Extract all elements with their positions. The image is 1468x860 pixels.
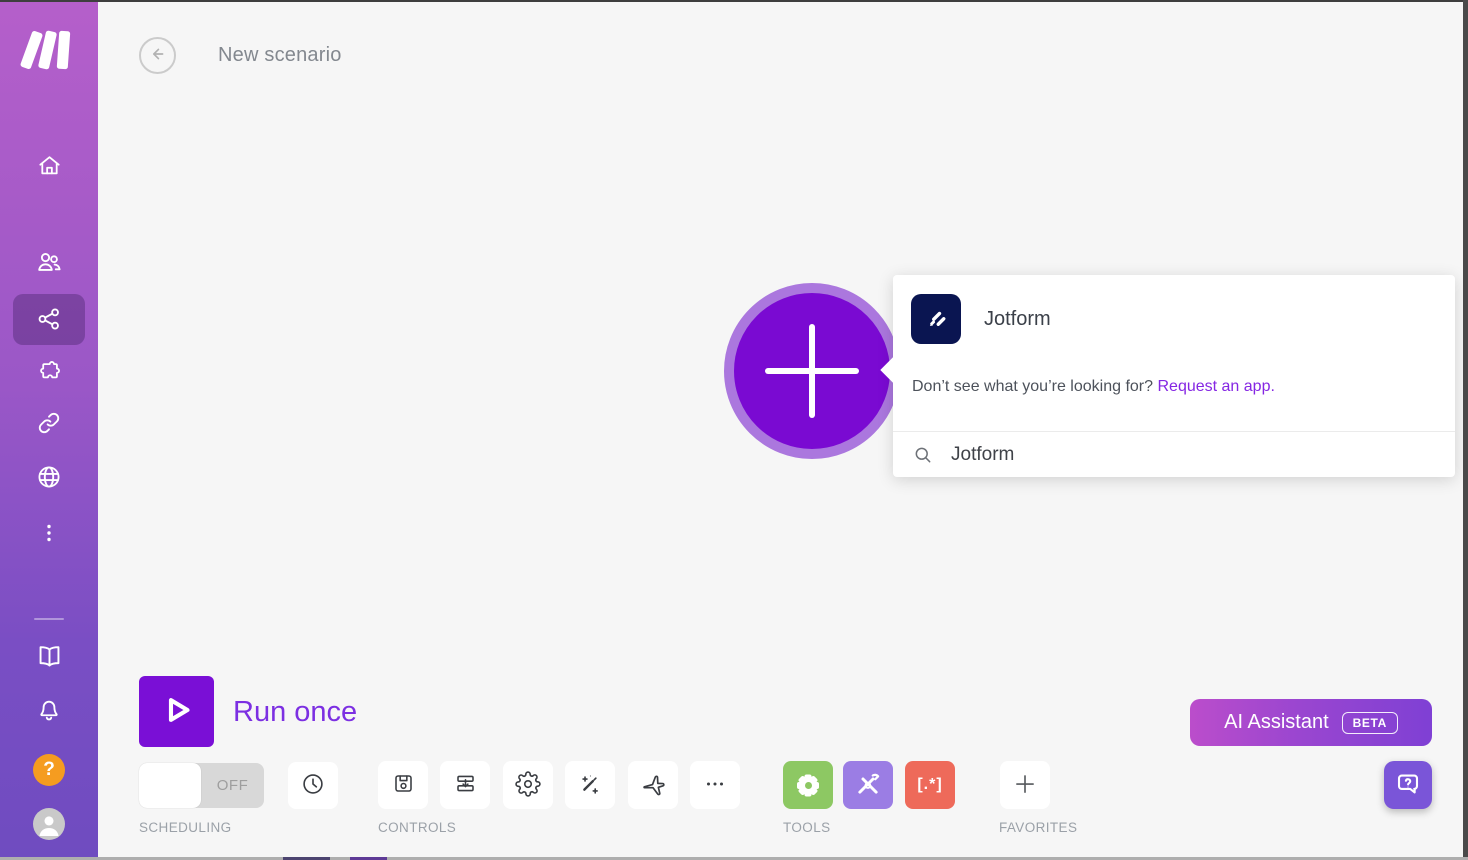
sidebar-item-notifications[interactable] [0,696,98,729]
section-label-favorites: FAVORITES [999,820,1078,835]
sidebar-item-connections[interactable] [0,409,98,442]
save-icon [391,771,416,799]
question-icon: ? [43,759,55,780]
sidebar-item-web[interactable] [0,463,98,496]
app-search-row [893,432,1455,477]
puzzle-icon [36,357,63,389]
hint-text: Don’t see what you’re looking for? [912,378,1154,395]
magic-wand-icon [577,771,603,800]
jotform-icon [911,294,961,344]
sidebar-item-templates[interactable] [0,357,98,389]
save-button[interactable] [378,761,428,809]
scenario-settings-button[interactable] [503,761,553,809]
ai-assistant-button[interactable]: AI Assistant BETA [1190,699,1432,746]
sidebar-item-scenarios[interactable] [0,305,98,338]
make-logo-bar [56,30,71,70]
more-ellipsis-icon [702,771,728,800]
ai-assistant-label: AI Assistant [1224,711,1329,733]
sidebar-item-team[interactable] [0,248,98,281]
gear-solid-icon [793,770,823,800]
toggle-state-label: OFF [216,777,249,794]
autofix-button[interactable] [565,761,615,809]
back-button[interactable] [139,37,176,74]
app-result-name: Jotform [984,307,1051,330]
section-label-controls: CONTROLS [378,820,457,835]
tools-basic-button[interactable] [783,761,833,809]
sidebar-item-docs[interactable] [0,642,98,676]
beta-badge: BETA [1341,711,1398,734]
bell-icon [35,696,63,729]
sidebar-item-home[interactable] [0,152,98,184]
notes-button[interactable] [628,761,678,809]
sidebar-help-button[interactable]: ? [33,754,65,786]
run-once-label[interactable]: Run once [233,696,357,729]
import-blueprint-icon [453,771,478,799]
tools-utilities-button[interactable] [843,761,893,809]
import-blueprint-button[interactable] [440,761,490,809]
home-icon [36,152,63,184]
globe-icon [35,463,63,496]
help-bubble-icon [1394,770,1422,801]
avatar-icon [39,816,59,836]
plus-icon [1012,771,1038,800]
avatar[interactable] [33,808,65,840]
page-title: New scenario [218,44,342,66]
add-favorite-button[interactable] [1000,761,1050,809]
app-search-popup: Jotform Don’t see what you’re looking fo… [880,275,1455,477]
section-label-tools: TOOLS [783,820,831,835]
request-an-app-link[interactable]: Request an app. [1157,378,1274,395]
app-search-input[interactable] [951,443,1411,466]
request-app-hint: Don’t see what you’re looking for? Reque… [912,378,1275,396]
scenarios-share-icon [35,305,63,338]
play-icon [158,691,196,732]
sidebar-divider [34,618,64,620]
sidebar: ? [0,2,98,857]
clock-icon [300,771,326,800]
sidebar-item-more[interactable] [0,520,98,551]
window-edge-right [1463,0,1468,860]
scheduling-clock-button[interactable] [288,762,338,809]
back-arrow-icon [148,44,168,67]
plus-icon [809,324,815,418]
kebab-menu-icon [37,520,61,551]
team-icon [35,248,63,281]
airplane-icon [640,770,667,800]
link-icon [35,409,63,442]
settings-gear-icon [515,770,541,800]
wrench-tools-icon [853,769,883,802]
add-module-button[interactable] [724,283,900,459]
text-parser-button[interactable]: [.*] [905,761,955,809]
window-edge-top [0,0,1468,2]
run-once-button[interactable] [139,676,214,747]
more-controls-button[interactable] [690,761,740,809]
section-label-scheduling: SCHEDULING [139,820,232,835]
make-scenario-editor: ? New scenario Jotform Don’t see what yo… [0,0,1468,860]
help-floating-button[interactable] [1384,761,1432,809]
app-result-jotform[interactable]: Jotform [911,294,1051,344]
book-icon [35,642,64,676]
make-logo[interactable] [0,26,98,74]
search-icon [915,447,931,462]
regex-text-parser-icon: [.*] [917,776,943,793]
scheduling-toggle[interactable]: OFF [139,763,264,808]
toggle-thumb [139,763,201,808]
